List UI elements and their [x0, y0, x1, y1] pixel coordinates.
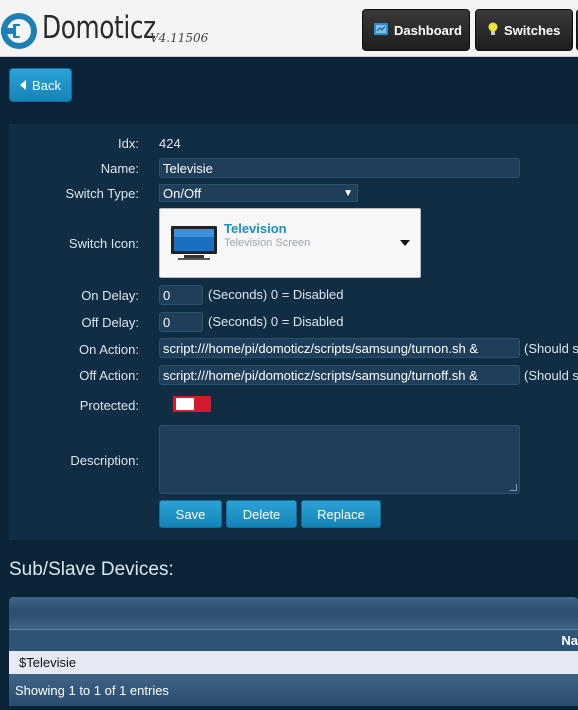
on-action-label: On Action:: [79, 342, 139, 357]
table-info: Showing 1 to 1 of 1 entries: [15, 682, 169, 698]
lightbulb-icon: [488, 22, 498, 39]
nav-switches-label: Switches: [504, 22, 561, 38]
nav-dashboard-button[interactable]: Dashboard: [362, 9, 470, 51]
toggle-knob: [176, 398, 194, 410]
on-delay-hint: (Seconds) 0 = Disabled: [208, 287, 344, 302]
app-logo-text: Domoticz: [42, 10, 156, 46]
switch-type-label: Switch Type:: [65, 186, 139, 201]
off-action-input[interactable]: script:///home/pi/domoticz/scripts/samsu…: [159, 365, 520, 385]
back-label: Back: [32, 77, 61, 93]
on-delay-input[interactable]: 0: [159, 285, 203, 305]
delete-button[interactable]: Delete: [226, 500, 297, 528]
table-footer: Showing 1 to 1 of 1 entries: [9, 674, 578, 706]
back-button[interactable]: Back: [9, 68, 72, 102]
protected-toggle[interactable]: [173, 396, 211, 412]
protected-label: Protected:: [79, 398, 139, 413]
icon-subtitle: Television Screen: [224, 237, 311, 249]
description-label: Description:: [70, 453, 139, 468]
device-edit-panel: Idx: 424 Name: Televisie Switch Type: On…: [9, 124, 578, 540]
television-icon: [171, 226, 217, 260]
top-bar: Domoticz V4.11506 Dashboard Switches: [0, 0, 578, 57]
table-row[interactable]: $Televisie: [9, 651, 578, 674]
sub-devices-title: Sub/Slave Devices:: [9, 559, 174, 580]
switch-icon-label: Switch Icon:: [68, 236, 139, 251]
nav-switches-button[interactable]: Switches: [475, 9, 573, 51]
on-action-hint: (Should s: [524, 341, 578, 356]
chevron-down-icon: ▼: [343, 188, 353, 199]
name-input[interactable]: Televisie: [159, 158, 520, 178]
icon-title: Television: [224, 221, 287, 236]
table-toolbar: [9, 597, 578, 629]
replace-button[interactable]: Replace: [301, 500, 381, 528]
dashboard-icon: [374, 22, 388, 38]
resize-grip-icon[interactable]: [510, 484, 517, 491]
nav-dashboard-label: Dashboard: [394, 22, 462, 38]
dropdown-arrow-icon: [400, 240, 410, 246]
name-label: Name:: [100, 161, 139, 176]
idx-value: 424: [159, 136, 181, 151]
switch-icon-select[interactable]: Television Television Screen: [159, 208, 421, 278]
switch-type-select[interactable]: On/Off ▼: [159, 184, 358, 202]
off-delay-input[interactable]: 0: [159, 312, 203, 332]
column-header-name[interactable]: Na: [561, 633, 578, 648]
off-action-hint: (Should s: [524, 368, 578, 383]
back-arrow-icon: [20, 80, 27, 90]
on-action-input[interactable]: script:///home/pi/domoticz/scripts/samsu…: [159, 338, 520, 358]
domoticz-logo-icon: [1, 13, 37, 49]
on-delay-label: On Delay:: [81, 288, 139, 303]
off-delay-hint: (Seconds) 0 = Disabled: [208, 314, 344, 329]
off-action-label: Off Action:: [79, 368, 139, 383]
row-name-cell: $Televisie: [19, 655, 77, 670]
app-version: V4.11506: [150, 31, 209, 45]
switch-type-value: On/Off: [163, 185, 202, 201]
idx-label: Idx:: [118, 136, 139, 151]
off-delay-label: Off Delay:: [81, 315, 139, 330]
save-button[interactable]: Save: [159, 500, 222, 528]
table-header: Na: [9, 629, 578, 651]
description-textarea[interactable]: [159, 425, 520, 494]
